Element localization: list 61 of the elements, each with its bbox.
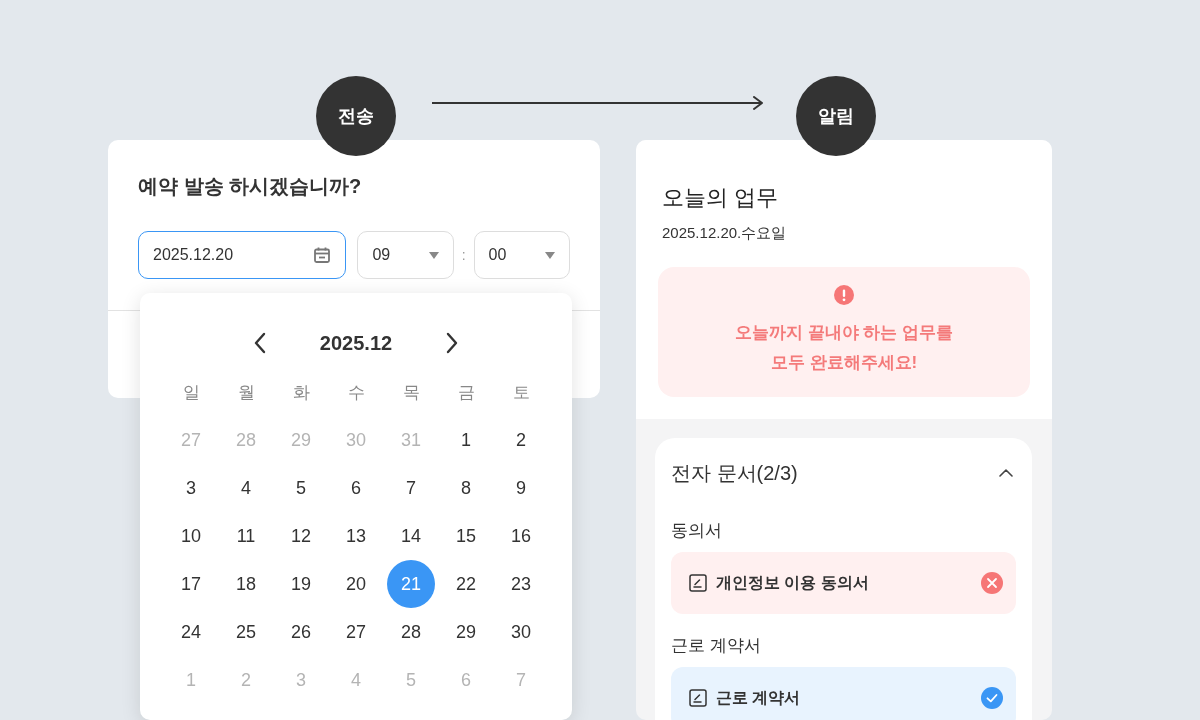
weekday-label: 일 <box>181 381 201 404</box>
calendar-day[interactable]: 28 <box>387 608 435 656</box>
calendar-day[interactable]: 24 <box>167 608 215 656</box>
calendar-icon <box>313 246 332 264</box>
hour-select[interactable]: 09 <box>357 231 454 279</box>
calendar-day[interactable]: 29 <box>442 608 490 656</box>
calendar-day[interactable]: 8 <box>442 464 490 512</box>
calendar-day[interactable]: 20 <box>332 560 380 608</box>
calendar-day[interactable]: 25 <box>222 608 270 656</box>
calendar-day[interactable]: 26 <box>277 608 325 656</box>
group-label: 동의서 <box>671 520 723 542</box>
weekday-label: 토 <box>511 381 531 404</box>
calendar-month: 2025.12 <box>319 331 393 355</box>
calendar-day[interactable]: 10 <box>167 512 215 560</box>
calendar-day[interactable]: 22 <box>442 560 490 608</box>
calendar-day[interactable]: 17 <box>167 560 215 608</box>
document-edit-icon <box>689 574 707 592</box>
time-separator: : <box>460 247 467 263</box>
warning-icon <box>834 285 854 305</box>
calendar-day[interactable]: 27 <box>332 608 380 656</box>
document-item[interactable]: 근로 계약서 <box>671 667 1016 720</box>
dropdown-arrow-icon <box>545 251 555 259</box>
group-label: 근로 계약서 <box>671 635 762 657</box>
card-title: 오늘의 업무 <box>662 184 780 212</box>
calendar-day[interactable]: 7 <box>387 464 435 512</box>
date-text: 2025.12.20.수요일 <box>662 223 788 243</box>
dropdown-arrow-icon <box>428 251 439 259</box>
calendar-day[interactable]: 15 <box>442 512 490 560</box>
calendar-day[interactable]: 3 <box>167 464 215 512</box>
calendar-day[interactable]: 14 <box>387 512 435 560</box>
weekday-label: 화 <box>291 381 311 404</box>
calendar-day[interactable]: 4 <box>222 464 270 512</box>
date-field[interactable]: 2025.12.20 <box>138 231 347 279</box>
calendar-day[interactable]: 5 <box>277 464 325 512</box>
calendar-day[interactable]: 9 <box>497 464 545 512</box>
calendar-day[interactable]: 23 <box>497 560 545 608</box>
weekday-label: 수 <box>346 381 366 404</box>
calendar-day[interactable]: 16 <box>497 512 545 560</box>
check-icon <box>981 687 1003 709</box>
alert-message: 오늘까지 끝내야 하는 업무를 모두 완료해주세요! <box>734 322 954 374</box>
calendar-day[interactable]: 30 <box>497 608 545 656</box>
calendar-day[interactable]: 12 <box>277 512 325 560</box>
weekday-label: 월 <box>236 381 256 404</box>
minute-select[interactable]: 00 <box>473 231 570 279</box>
error-icon <box>981 572 1003 594</box>
dialog-title: 예약 발송 하시겠습니까? <box>138 174 363 199</box>
calendar-day[interactable]: 13 <box>332 512 380 560</box>
calendar-day[interactable]: 19 <box>277 560 325 608</box>
chevron-up-icon[interactable] <box>999 469 1013 477</box>
step-badge: 알림 <box>796 76 876 156</box>
calendar-day[interactable]: 6 <box>332 464 380 512</box>
document-item[interactable]: 개인정보 이용 동의서 <box>671 552 1016 614</box>
calendar-day[interactable]: 2 <box>497 416 545 464</box>
section-title: 전자 문서(2/3) <box>671 460 798 486</box>
calendar-day[interactable]: 18 <box>222 560 270 608</box>
document-edit-icon <box>689 689 707 707</box>
weekday-label: 금 <box>456 381 476 404</box>
weekday-label: 목 <box>401 381 421 404</box>
calendar-day[interactable]: 11 <box>222 512 270 560</box>
calendar-day[interactable]: 1 <box>442 416 490 464</box>
step-badge: 전송 <box>316 76 396 156</box>
